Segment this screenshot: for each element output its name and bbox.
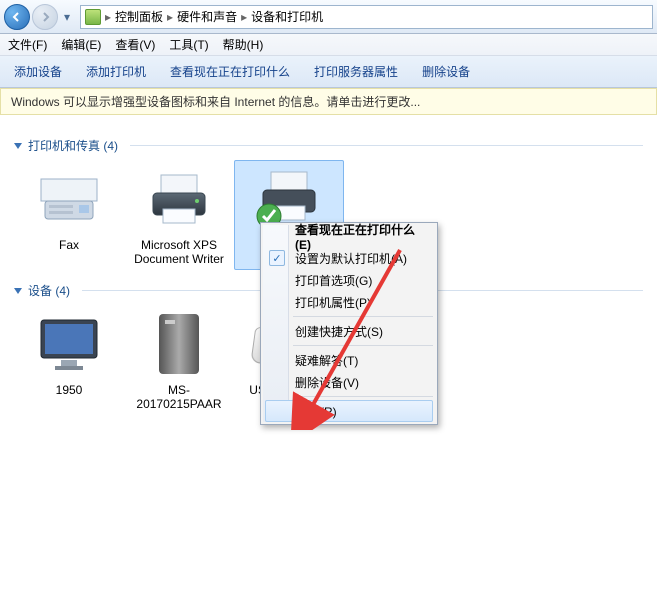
- menu-tools[interactable]: 工具(T): [169, 36, 208, 53]
- cm-label: 打印机属性(P): [295, 294, 371, 311]
- device-tile-monitor[interactable]: 1950: [14, 305, 124, 415]
- disclosure-triangle-icon: [14, 288, 22, 294]
- add-printer-button[interactable]: 添加打印机: [86, 63, 146, 80]
- cm-troubleshoot[interactable]: 疑难解答(T): [263, 349, 435, 371]
- menu-view[interactable]: 查看(V): [115, 36, 155, 53]
- device-tile-fax[interactable]: Fax: [14, 160, 124, 270]
- breadcrumb-item[interactable]: 硬件和声音: [177, 8, 237, 25]
- chevron-right-icon: ▸: [105, 10, 111, 24]
- cm-create-shortcut[interactable]: 创建快捷方式(S): [263, 320, 435, 342]
- cm-remove[interactable]: 删除设备(V): [263, 371, 435, 393]
- device-tile-xps-writer[interactable]: Microsoft XPS Document Writer: [124, 160, 234, 270]
- group-title: 设备 (4): [28, 282, 70, 299]
- checkmark-icon: ✓: [269, 250, 285, 266]
- address-bar: ▾ ▸ 控制面板 ▸ 硬件和声音 ▸ 设备和打印机: [0, 0, 657, 34]
- command-bar: 添加设备 添加打印机 查看现在正在打印什么 打印服务器属性 删除设备: [0, 56, 657, 88]
- menu-edit[interactable]: 编辑(E): [61, 36, 101, 53]
- group-title: 打印机和传真 (4): [28, 137, 118, 154]
- see-printing-button[interactable]: 查看现在正在打印什么: [170, 63, 290, 80]
- info-bar[interactable]: Windows 可以显示增强型设备图标和来自 Internet 的信息。请单击进…: [0, 88, 657, 115]
- breadcrumb-item[interactable]: 设备和打印机: [251, 8, 323, 25]
- back-button[interactable]: [4, 4, 30, 30]
- cm-label: 创建快捷方式(S): [295, 323, 383, 340]
- disclosure-triangle-icon: [14, 143, 22, 149]
- add-device-button[interactable]: 添加设备: [14, 63, 62, 80]
- tile-label: Fax: [59, 238, 79, 252]
- group-header-printers[interactable]: 打印机和传真 (4): [14, 137, 643, 154]
- menu-file[interactable]: 文件(F): [8, 36, 47, 53]
- tile-label: MS-20170215PAAR: [128, 383, 230, 411]
- history-dropdown[interactable]: ▾: [60, 5, 74, 29]
- control-panel-icon: [85, 9, 101, 25]
- cm-set-default[interactable]: ✓ 设置为默认打印机(A): [263, 247, 435, 269]
- cm-label: 疑难解答(T): [295, 352, 358, 369]
- breadcrumb[interactable]: ▸ 控制面板 ▸ 硬件和声音 ▸ 设备和打印机: [80, 5, 653, 29]
- breadcrumb-item[interactable]: 控制面板: [115, 8, 163, 25]
- menu-bar: 文件(F) 编辑(E) 查看(V) 工具(T) 帮助(H): [0, 34, 657, 56]
- tile-label: 1950: [56, 383, 83, 397]
- cm-label: 属性(R): [296, 403, 337, 420]
- context-menu: 查看现在正在打印什么(E) ✓ 设置为默认打印机(A) 打印首选项(G) 打印机…: [260, 222, 438, 425]
- fax-icon: [29, 164, 109, 234]
- separator: [293, 316, 433, 317]
- divider: [130, 145, 643, 146]
- cm-preferences[interactable]: 打印首选项(G): [263, 269, 435, 291]
- tile-label: Microsoft XPS Document Writer: [128, 238, 230, 266]
- device-tile-computer[interactable]: MS-20170215PAAR: [124, 305, 234, 415]
- cm-properties[interactable]: 属性(R): [265, 400, 433, 422]
- print-server-props-button[interactable]: 打印服务器属性: [314, 63, 398, 80]
- cm-printer-props[interactable]: 打印机属性(P): [263, 291, 435, 313]
- computer-tower-icon: [139, 309, 219, 379]
- forward-button[interactable]: [32, 4, 58, 30]
- monitor-icon: [29, 309, 109, 379]
- chevron-right-icon: ▸: [167, 10, 173, 24]
- cm-label: 设置为默认打印机(A): [295, 250, 407, 267]
- cm-see-printing[interactable]: 查看现在正在打印什么(E): [263, 225, 435, 247]
- printer-icon: [139, 164, 219, 234]
- chevron-right-icon: ▸: [241, 10, 247, 24]
- cm-label: 删除设备(V): [295, 374, 359, 391]
- cm-label: 打印首选项(G): [295, 272, 372, 289]
- menu-help[interactable]: 帮助(H): [223, 36, 264, 53]
- remove-device-button[interactable]: 删除设备: [422, 63, 470, 80]
- separator: [293, 345, 433, 346]
- separator: [293, 396, 433, 397]
